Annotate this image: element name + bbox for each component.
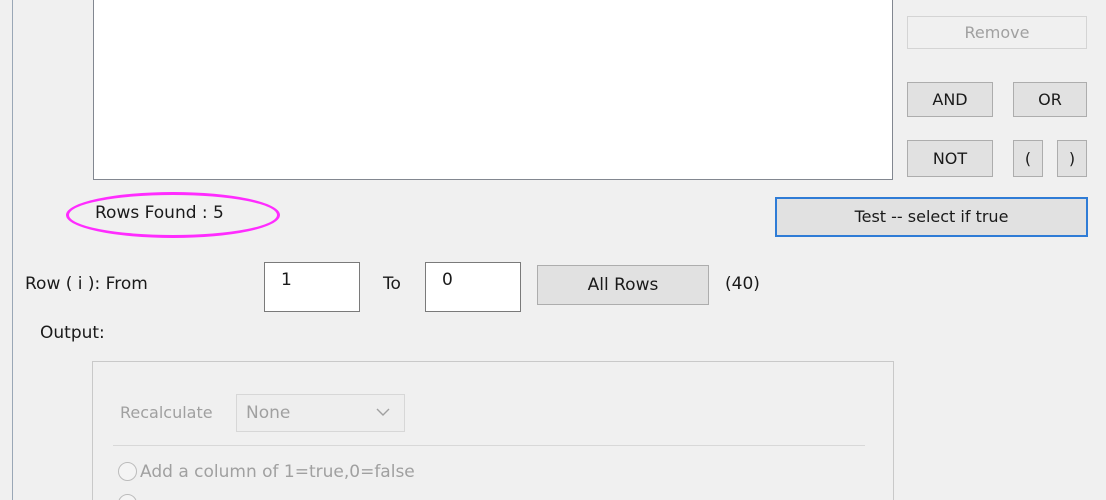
recalculate-dropdown[interactable]: None: [236, 394, 405, 432]
dialog-left-border: [12, 0, 13, 500]
dialog-canvas: Remove AND OR NOT ( ) Rows Found : 5 Tes…: [0, 0, 1106, 500]
test-select-button[interactable]: Test -- select if true: [775, 197, 1088, 237]
and-button[interactable]: AND: [907, 82, 993, 117]
condition-expression-box[interactable]: [93, 0, 893, 180]
recalculate-label: Recalculate: [120, 403, 213, 422]
remove-button[interactable]: Remove: [907, 16, 1087, 49]
chevron-down-icon: [376, 408, 390, 416]
not-button[interactable]: NOT: [907, 140, 993, 177]
or-button[interactable]: OR: [1013, 82, 1087, 117]
open-paren-button[interactable]: (: [1013, 140, 1043, 177]
rows-found-label: Rows Found : 5: [95, 203, 224, 223]
output-separator: [113, 445, 865, 446]
all-rows-button[interactable]: All Rows: [537, 265, 709, 305]
output-label: Output:: [40, 323, 105, 343]
recalculate-value: None: [246, 403, 291, 423]
row-to-label: To: [383, 274, 401, 294]
row-from-input[interactable]: 1: [264, 262, 360, 312]
close-paren-button[interactable]: ): [1057, 140, 1087, 177]
add-column-radio[interactable]: [118, 462, 137, 481]
add-column-option-label: Add a column of 1=true,0=false: [140, 462, 415, 482]
row-from-label: Row ( i ): From: [25, 274, 148, 294]
row-to-input[interactable]: 0: [425, 262, 521, 312]
total-rows-count: (40): [725, 274, 760, 294]
